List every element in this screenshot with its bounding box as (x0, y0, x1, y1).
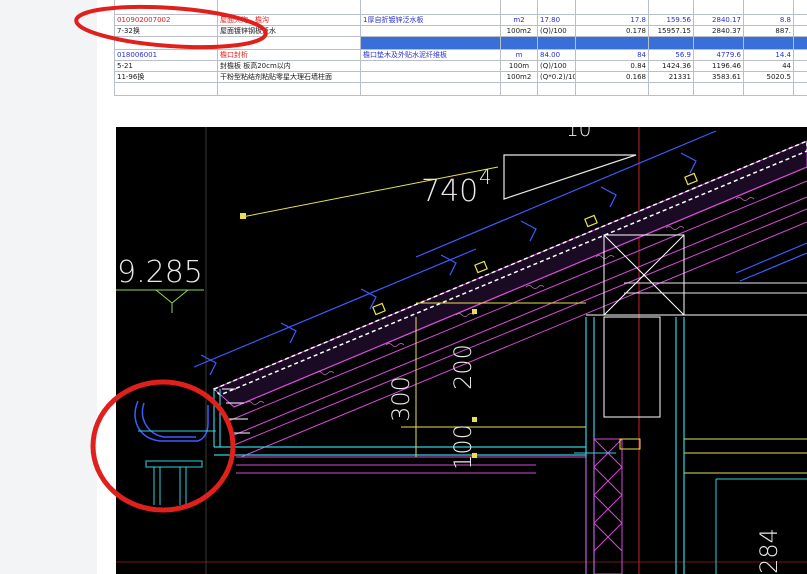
item-quantity: (Q)/100 (537, 60, 576, 72)
item-value: 3583.61 (693, 71, 744, 83)
item-quantity: 84.00 (537, 49, 576, 61)
item-feature: 1厚自折镀锌泛水板 (360, 14, 501, 26)
item-value: 15957.15 (648, 25, 694, 37)
cad-drawing: 10 740 4 9.285 300 200 100 284 (116, 127, 807, 574)
item-value: 44 (743, 60, 794, 72)
dimension-label-top: 10 (566, 127, 592, 141)
item-value: 159.56 (648, 14, 694, 26)
item-unit: 100m2 (500, 25, 538, 37)
dimension-label-4: 4 (479, 165, 492, 189)
table-row[interactable]: 018006001 檐口封析 檐口垫木及外贴水泥纤维板 m 84.00 84 5… (114, 49, 807, 61)
table-row[interactable]: 7-32换 屋面镀锌钢板泛水 100m2 (Q)/100 0.178 15957… (114, 25, 807, 37)
dimension-label-200: 200 (448, 344, 477, 390)
table-row[interactable]: 010902007002 屋面天沟、檐沟 1厚自折镀锌泛水板 m2 17.80 … (114, 14, 807, 26)
item-value: 2840.37 (693, 25, 744, 37)
left-sidebar (0, 0, 97, 574)
item-code: 010902007002 (114, 14, 218, 26)
dimension-label-100: 100 (448, 424, 477, 470)
item-name: 檐口封析 (217, 49, 361, 61)
table-row-blank (114, 82, 807, 96)
table-row-blank (114, 36, 807, 50)
item-value: 21331 (648, 71, 694, 83)
item-value: 8.8 (743, 14, 794, 26)
item-feature (360, 71, 501, 83)
item-value: 1424.36 (648, 60, 694, 72)
table-row[interactable]: 5-21 封檐板 板高20cm以内 100m (Q)/100 0.84 1424… (114, 60, 807, 72)
item-name: 干粉型粘结剂粘贴零星大理石墙柱面 (217, 71, 361, 83)
item-value: 5020.5 (743, 71, 794, 83)
item-value: 887. (743, 25, 794, 37)
item-name: 封檐板 板高20cm以内 (217, 60, 361, 72)
item-quantity: (Q)/100 (537, 25, 576, 37)
item-code: 5-21 (114, 60, 218, 72)
item-value: 0.168 (575, 71, 649, 83)
item-code: 018006001 (114, 49, 218, 61)
item-value: 2840.17 (693, 14, 744, 26)
item-unit: m (500, 49, 538, 61)
table-header-row (114, 0, 807, 15)
item-code: 11-96换 (114, 71, 218, 83)
item-feature: 檐口垫木及外贴水泥纤维板 (360, 49, 501, 61)
item-quantity: 17.80 (537, 14, 576, 26)
item-value: 4779.6 (693, 49, 744, 61)
item-value: 84 (575, 49, 649, 61)
item-unit: 100m2 (500, 71, 538, 83)
item-value: 1196.46 (693, 60, 744, 72)
item-value: 17.8 (575, 14, 649, 26)
item-name: 屋面天沟、檐沟 (217, 14, 361, 26)
item-feature (360, 25, 501, 37)
dimension-label-284: 284 (754, 528, 783, 574)
item-feature (360, 60, 501, 72)
item-code: 7-32换 (114, 25, 218, 37)
item-value: 0.178 (575, 25, 649, 37)
dimension-label-740: 740 (421, 174, 479, 209)
item-name: 屋面镀锌钢板泛水 (217, 25, 361, 37)
item-value: 14.4 (743, 49, 794, 61)
level-label: 9.285 (117, 255, 203, 290)
item-value: 56.9 (648, 49, 694, 61)
item-value: 0.84 (575, 60, 649, 72)
table-row[interactable]: 11-96换 干粉型粘结剂粘贴零星大理石墙柱面 100m2 (Q*0.2)/1 0… (114, 71, 807, 83)
item-unit: m2 (500, 14, 538, 26)
item-quantity: (Q*0.2)/100 (537, 71, 576, 83)
item-unit: 100m (500, 60, 538, 72)
dimension-label-300: 300 (386, 376, 415, 422)
estimate-table: 010902007002 屋面天沟、檐沟 1厚自折镀锌泛水板 m2 17.80 … (114, 0, 807, 105)
